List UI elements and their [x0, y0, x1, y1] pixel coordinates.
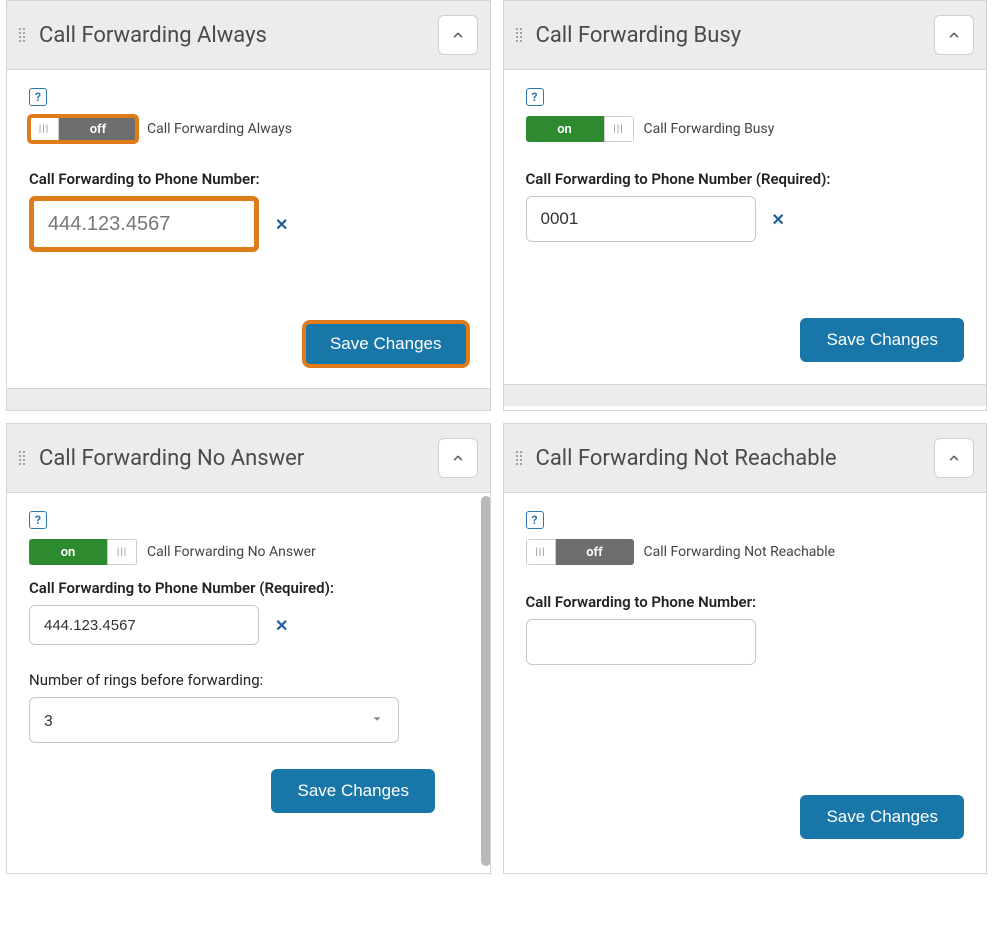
drag-handle-icon[interactable] — [516, 451, 528, 465]
toggle-row: on ||| Call Forwarding Busy — [526, 116, 965, 142]
toggle-knob-icon: ||| — [107, 539, 137, 565]
panel-title: Call Forwarding Always — [39, 23, 430, 48]
panel-body: ? ||| off Call Forwarding Always Call Fo… — [7, 70, 490, 388]
phone-input-row: ✕ — [29, 196, 468, 252]
panel-header: Call Forwarding Not Reachable — [504, 424, 987, 493]
chevron-up-icon — [451, 451, 465, 465]
toggle-row: on ||| Call Forwarding No Answer — [29, 539, 468, 565]
save-button[interactable]: Save Changes — [800, 318, 964, 362]
collapse-button[interactable] — [934, 438, 974, 478]
panel-footer — [7, 388, 490, 410]
phone-input[interactable] — [526, 619, 756, 665]
feature-label: Call Forwarding Always — [147, 121, 292, 137]
toggle-knob-icon: ||| — [526, 539, 556, 565]
panel-body: ? on ||| Call Forwarding Busy Call Forwa… — [504, 70, 987, 384]
feature-label: Call Forwarding Busy — [644, 121, 775, 137]
chevron-up-icon — [947, 28, 961, 42]
collapse-button[interactable] — [438, 438, 478, 478]
feature-label: Call Forwarding Not Reachable — [644, 544, 836, 560]
panel-title: Call Forwarding No Answer — [39, 446, 430, 471]
phone-label: Call Forwarding to Phone Number: — [29, 170, 468, 188]
toggle-text: on — [526, 122, 604, 137]
toggle-knob-icon: ||| — [29, 116, 59, 142]
phone-input[interactable] — [526, 196, 756, 242]
scrollbar-thumb[interactable] — [481, 496, 491, 866]
panel-title: Call Forwarding Busy — [536, 23, 927, 48]
clear-icon[interactable]: ✕ — [275, 616, 288, 635]
panel-call-forwarding-busy: Call Forwarding Busy ? on ||| Call Forwa… — [503, 0, 988, 411]
feature-toggle[interactable]: ||| off — [526, 539, 634, 565]
save-button[interactable]: Save Changes — [800, 795, 964, 839]
toggle-text: off — [556, 545, 634, 560]
phone-input-row — [526, 619, 965, 665]
panel-header: Call Forwarding No Answer — [7, 424, 490, 493]
panel-call-forwarding-always: Call Forwarding Always ? ||| off Call Fo… — [6, 0, 491, 411]
drag-handle-icon[interactable] — [19, 28, 31, 42]
clear-icon[interactable]: ✕ — [772, 210, 785, 229]
toggle-knob-icon: ||| — [604, 116, 634, 142]
help-icon[interactable]: ? — [29, 88, 47, 106]
toggle-row: ||| off Call Forwarding Always — [29, 116, 468, 142]
feature-toggle[interactable]: on ||| — [526, 116, 634, 142]
toggle-text: off — [59, 122, 137, 137]
panel-header: Call Forwarding Busy — [504, 1, 987, 70]
toggle-row: ||| off Call Forwarding Not Reachable — [526, 539, 965, 565]
drag-handle-icon[interactable] — [516, 28, 528, 42]
collapse-button[interactable] — [438, 15, 478, 55]
help-icon[interactable]: ? — [29, 511, 47, 529]
phone-label: Call Forwarding to Phone Number (Require… — [29, 579, 468, 597]
help-icon[interactable]: ? — [526, 88, 544, 106]
phone-input[interactable] — [29, 196, 259, 252]
feature-toggle[interactable]: ||| off — [29, 116, 137, 142]
phone-input-row: ✕ — [29, 605, 468, 645]
panel-call-forwarding-not-reachable: Call Forwarding Not Reachable ? ||| off … — [503, 423, 988, 874]
phone-input-row: ✕ — [526, 196, 965, 242]
help-icon[interactable]: ? — [526, 511, 544, 529]
toggle-text: on — [29, 545, 107, 560]
panel-header: Call Forwarding Always — [7, 1, 490, 70]
collapse-button[interactable] — [934, 15, 974, 55]
panel-body: ? ||| off Call Forwarding Not Reachable … — [504, 493, 987, 873]
save-button[interactable]: Save Changes — [304, 322, 468, 366]
panel-body: ? on ||| Call Forwarding No Answer Call … — [7, 493, 490, 873]
rings-label: Number of rings before forwarding: — [29, 671, 468, 689]
save-button[interactable]: Save Changes — [271, 769, 435, 813]
feature-toggle[interactable]: on ||| — [29, 539, 137, 565]
chevron-up-icon — [947, 451, 961, 465]
clear-icon[interactable]: ✕ — [275, 215, 288, 234]
rings-value: 3 — [44, 711, 53, 730]
feature-label: Call Forwarding No Answer — [147, 544, 316, 560]
panel-footer — [504, 384, 987, 406]
chevron-up-icon — [451, 28, 465, 42]
chevron-down-icon — [370, 711, 384, 730]
phone-label: Call Forwarding to Phone Number: — [526, 593, 965, 611]
phone-label: Call Forwarding to Phone Number (Require… — [526, 170, 965, 188]
panel-title: Call Forwarding Not Reachable — [536, 446, 927, 471]
rings-select[interactable]: 3 — [29, 697, 399, 743]
phone-input[interactable] — [29, 605, 259, 645]
panel-call-forwarding-no-answer: Call Forwarding No Answer ? on ||| Call … — [6, 423, 491, 874]
drag-handle-icon[interactable] — [19, 451, 31, 465]
